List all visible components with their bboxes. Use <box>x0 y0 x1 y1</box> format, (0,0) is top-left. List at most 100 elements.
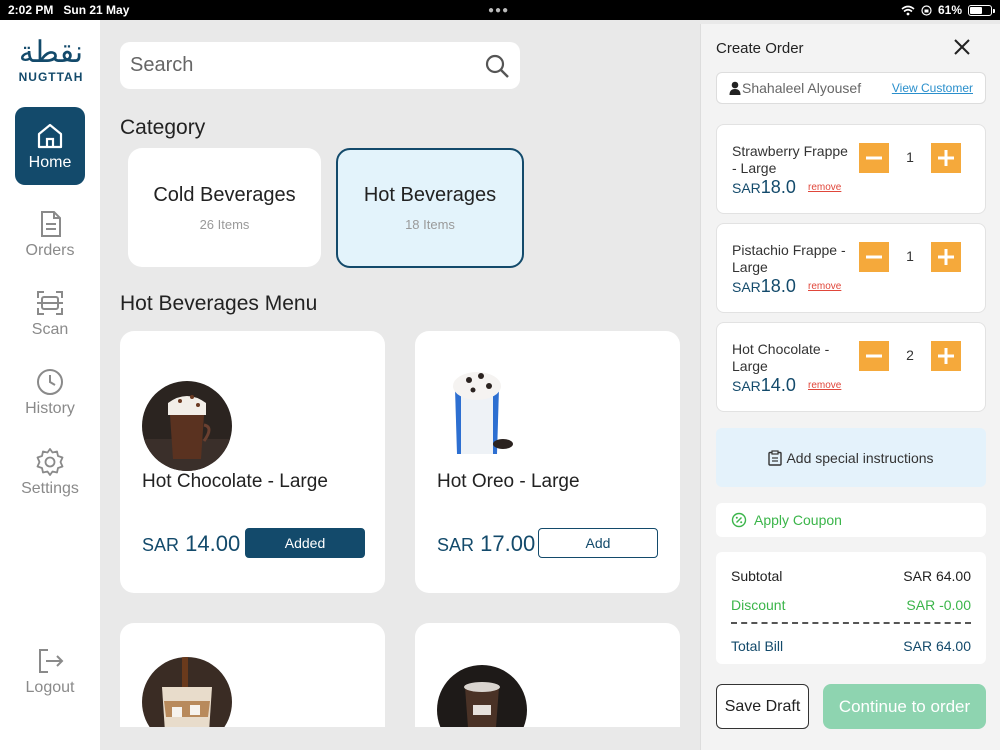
remove-link[interactable]: remove <box>808 380 841 391</box>
product-currency: SAR <box>142 535 180 555</box>
increase-quantity-button[interactable] <box>931 341 961 371</box>
plus-icon <box>938 348 954 364</box>
category-cold-beverages[interactable]: Cold Beverages 26 Items <box>128 148 321 267</box>
order-item-currency: SAR <box>732 279 761 295</box>
gear-icon <box>36 448 64 476</box>
special-instructions-button[interactable]: Add special instructions <box>716 428 986 487</box>
status-right: 61% <box>901 3 995 17</box>
wifi-icon <box>901 5 915 15</box>
order-item-price: SAR14.0 <box>732 375 796 396</box>
nav-history-label: History <box>25 400 75 417</box>
product-image-cold-brew <box>437 665 527 727</box>
apply-coupon-label: Apply Coupon <box>754 512 842 528</box>
remove-link[interactable]: remove <box>808 182 841 193</box>
logout-icon <box>39 649 64 673</box>
customer-name: Shahaleel Alyousef <box>742 80 862 96</box>
total-label: Total Bill <box>731 638 784 654</box>
product-card <box>120 623 385 727</box>
sidebar: نقطة NUGTTAH Home Orders Scan History Se… <box>0 20 100 750</box>
total-row: Total Bill SAR 64.00 <box>731 638 971 654</box>
search-input[interactable] <box>130 54 484 77</box>
category-name: Hot Beverages <box>363 184 497 206</box>
nav-home-label: Home <box>28 154 72 171</box>
status-date: Sun 21 May <box>63 3 130 17</box>
order-item-amount: 14.0 <box>760 375 796 395</box>
battery-percent: 61% <box>937 3 962 17</box>
search-icon[interactable] <box>484 53 510 79</box>
minus-icon <box>866 354 882 358</box>
nav-scan-label: Scan <box>31 321 69 338</box>
lock-rotation-icon <box>921 4 932 16</box>
minus-icon <box>866 156 882 160</box>
subtotal-value: SAR 64.00 <box>903 568 971 584</box>
nav-orders-label: Orders <box>25 242 75 259</box>
product-price: SAR 17.00 <box>437 531 535 557</box>
order-panel: Create Order Shahaleel Alyousef View Cus… <box>700 24 1000 750</box>
category-name: Cold Beverages <box>153 183 296 206</box>
brand-logo-name: NUGTTAH <box>18 70 84 84</box>
quantity-value: 2 <box>906 347 914 363</box>
increase-quantity-button[interactable] <box>931 242 961 272</box>
menu-title: Hot Beverages Menu <box>120 292 318 315</box>
order-item-name: Strawberry Frappe - Large <box>732 143 848 176</box>
order-item: Strawberry Frappe - Large SAR18.0 remove… <box>716 124 986 214</box>
coupon-icon <box>731 512 747 528</box>
plus-icon <box>938 150 954 166</box>
status-bar: 2:02 PM Sun 21 May ●●● 61% <box>0 0 1000 20</box>
nav-home[interactable]: Home <box>15 107 85 185</box>
nav-scan[interactable]: Scan <box>15 274 85 352</box>
summary-divider <box>731 622 971 624</box>
product-card: Hot Chocolate - Large SAR 14.00 Added <box>120 331 385 593</box>
order-item-name: Hot Chocolate - Large <box>732 341 830 374</box>
category-hot-beverages[interactable]: Hot Beverages 18 Items <box>336 148 524 268</box>
document-icon <box>41 211 61 237</box>
order-item-name: Pistachio Frappe - Large <box>732 242 846 275</box>
nav-orders[interactable]: Orders <box>15 195 85 273</box>
battery-fill <box>970 6 983 14</box>
nav-settings-label: Settings <box>21 480 79 497</box>
discount-label: Discount <box>731 597 786 613</box>
apply-coupon-button[interactable]: Apply Coupon <box>716 503 986 537</box>
brand-logo-arabic: نقطة <box>18 35 84 70</box>
product-price: SAR 14.00 <box>142 531 240 557</box>
search-bar <box>120 42 520 89</box>
customer-bar: Shahaleel Alyousef View Customer <box>716 72 986 104</box>
product-add-button[interactable]: Add <box>538 528 658 558</box>
scan-icon <box>37 291 63 315</box>
subtotal-label: Subtotal <box>731 568 783 584</box>
continue-to-order-button[interactable]: Continue to order <box>823 684 986 729</box>
remove-link[interactable]: remove <box>808 281 841 292</box>
order-item-currency: SAR <box>732 378 761 394</box>
category-title: Category <box>120 116 206 139</box>
order-summary: Subtotal SAR 64.00 Discount SAR -0.00 To… <box>716 552 986 664</box>
view-customer-link[interactable]: View Customer <box>892 81 973 95</box>
order-item-amount: 18.0 <box>760 177 796 197</box>
product-name: Hot Chocolate - Large <box>142 471 328 492</box>
decrease-quantity-button[interactable] <box>859 143 889 173</box>
nav-history[interactable]: History <box>15 353 85 431</box>
nav-logout[interactable]: Logout <box>15 632 85 710</box>
product-name: Hot Oreo - Large <box>437 471 580 492</box>
product-card: Hot Oreo - Large SAR 17.00 Add <box>415 331 680 593</box>
brand-logo: نقطة NUGTTAH <box>10 35 92 85</box>
increase-quantity-button[interactable] <box>931 143 961 173</box>
order-panel-title: Create Order <box>716 40 804 57</box>
nav-settings[interactable]: Settings <box>15 433 85 511</box>
user-icon <box>729 81 741 95</box>
minus-icon <box>866 255 882 259</box>
special-instructions-label: Add special instructions <box>786 449 934 466</box>
quantity-value: 1 <box>906 149 914 165</box>
product-amount: 14.00 <box>185 531 241 556</box>
nav-logout-label: Logout <box>25 679 75 696</box>
decrease-quantity-button[interactable] <box>859 242 889 272</box>
close-icon[interactable] <box>951 36 973 58</box>
product-added-button[interactable]: Added <box>245 528 365 558</box>
status-time: 2:02 PM <box>8 3 54 17</box>
product-card <box>415 623 680 727</box>
discount-value: SAR -0.00 <box>906 597 971 613</box>
product-currency: SAR <box>437 535 475 555</box>
save-draft-button[interactable]: Save Draft <box>716 684 809 729</box>
quantity-value: 1 <box>906 248 914 264</box>
decrease-quantity-button[interactable] <box>859 341 889 371</box>
home-icon <box>37 123 63 149</box>
